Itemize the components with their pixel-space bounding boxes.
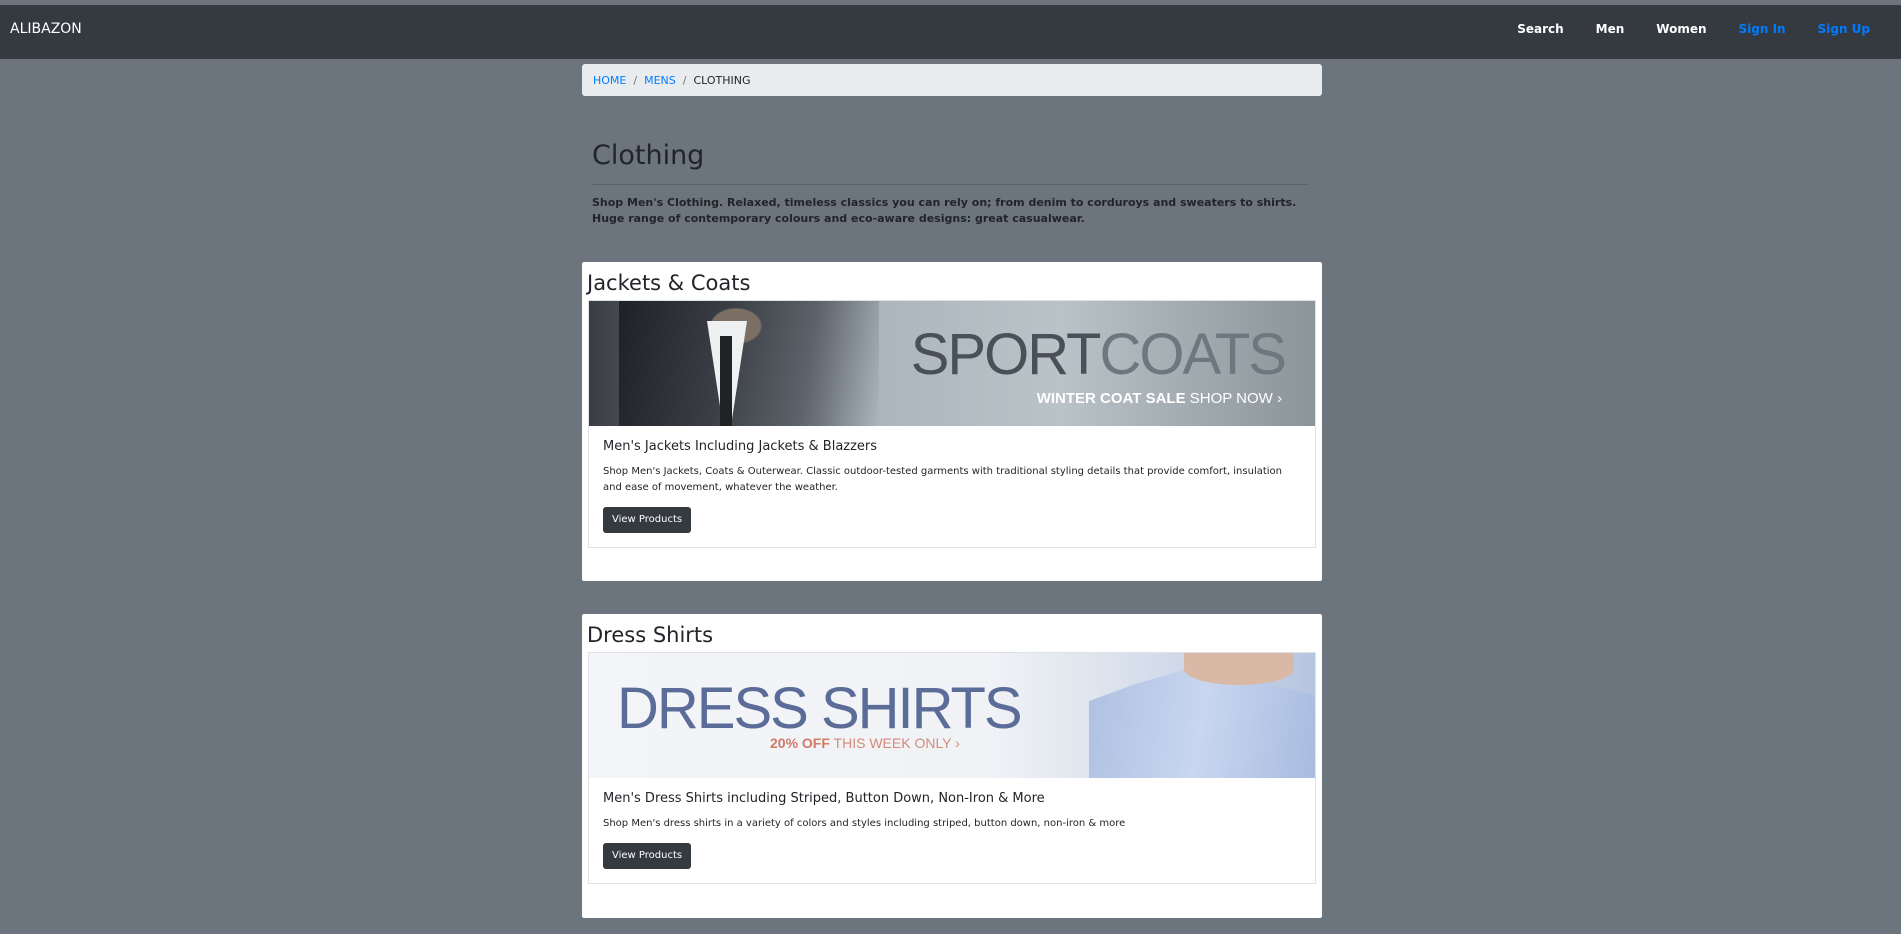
brand-logo[interactable]: ALIBAZON bbox=[10, 21, 82, 37]
card-text: Shop Men's dress shirts in a variety of … bbox=[603, 818, 1126, 829]
card-body: Men's Jackets Including Jackets & Blazze… bbox=[589, 426, 1315, 547]
card-body: Men's Dress Shirts including Striped, Bu… bbox=[589, 778, 1315, 883]
model-figure bbox=[619, 301, 879, 426]
breadcrumb-mens[interactable]: MENS bbox=[644, 74, 676, 87]
sign-in-link[interactable]: Sign In bbox=[1739, 22, 1786, 36]
shirt-figure bbox=[1089, 668, 1315, 778]
breadcrumb-separator: / bbox=[633, 73, 638, 87]
card-text: Shop Men's Jackets, Coats & Outerwear. C… bbox=[603, 466, 1283, 493]
category-intro: Clothing Shop Men's Clothing. Relaxed, t… bbox=[592, 140, 1308, 227]
divider bbox=[592, 184, 1308, 185]
tie bbox=[720, 336, 732, 426]
banner-title: DRESS SHIRTS bbox=[617, 676, 1023, 741]
dress-shirts-banner-image[interactable]: DRESS SHIRTS 20% OFF THIS WEEK ONLY › bbox=[589, 653, 1315, 778]
card-title: Men's Dress Shirts including Striped, Bu… bbox=[603, 791, 1045, 806]
navbar: ALIBAZON Search Men Women Sign In Sign U… bbox=[0, 5, 1901, 59]
section-dress-shirts: Dress Shirts DRESS SHIRTS 20% OFF THIS W… bbox=[582, 614, 1322, 918]
card-title: Men's Jackets Including Jackets & Blazze… bbox=[603, 439, 878, 454]
nav-link-search[interactable]: Search bbox=[1517, 22, 1563, 36]
breadcrumb-current: CLOTHING bbox=[693, 73, 751, 87]
view-products-button[interactable]: View Products bbox=[603, 507, 692, 533]
sportcoats-banner-image[interactable]: SPORTCOATS WINTER COAT SALE SHOP NOW › bbox=[589, 301, 1315, 426]
breadcrumb-home[interactable]: HOME bbox=[593, 74, 626, 87]
breadcrumb-separator: / bbox=[682, 73, 687, 87]
page-title: Clothing bbox=[592, 140, 705, 171]
category-card: DRESS SHIRTS 20% OFF THIS WEEK ONLY › Me… bbox=[588, 652, 1316, 884]
category-card: SPORTCOATS WINTER COAT SALE SHOP NOW › M… bbox=[588, 300, 1316, 548]
nav-link-women[interactable]: Women bbox=[1656, 22, 1706, 36]
model-neck bbox=[1184, 653, 1294, 685]
nav-links: Search Men Women Sign In Sign Up bbox=[1485, 22, 1870, 36]
category-description: Shop Men's Clothing. Relaxed, timeless c… bbox=[592, 196, 1297, 225]
banner-subtitle: 20% OFF THIS WEEK ONLY › bbox=[770, 735, 960, 751]
breadcrumb: HOME / MENS / CLOTHING bbox=[582, 64, 1322, 96]
sign-up-link[interactable]: Sign Up bbox=[1818, 22, 1870, 36]
section-jackets-coats: Jackets & Coats SPORTCOATS WINTER COAT S… bbox=[582, 262, 1322, 581]
section-heading: Jackets & Coats bbox=[587, 271, 751, 295]
banner-title: SPORTCOATS bbox=[910, 322, 1287, 387]
view-products-button[interactable]: View Products bbox=[603, 843, 692, 869]
banner-subtitle: WINTER COAT SALE SHOP NOW › bbox=[1036, 390, 1282, 407]
section-heading: Dress Shirts bbox=[587, 623, 714, 647]
nav-link-men[interactable]: Men bbox=[1596, 22, 1625, 36]
